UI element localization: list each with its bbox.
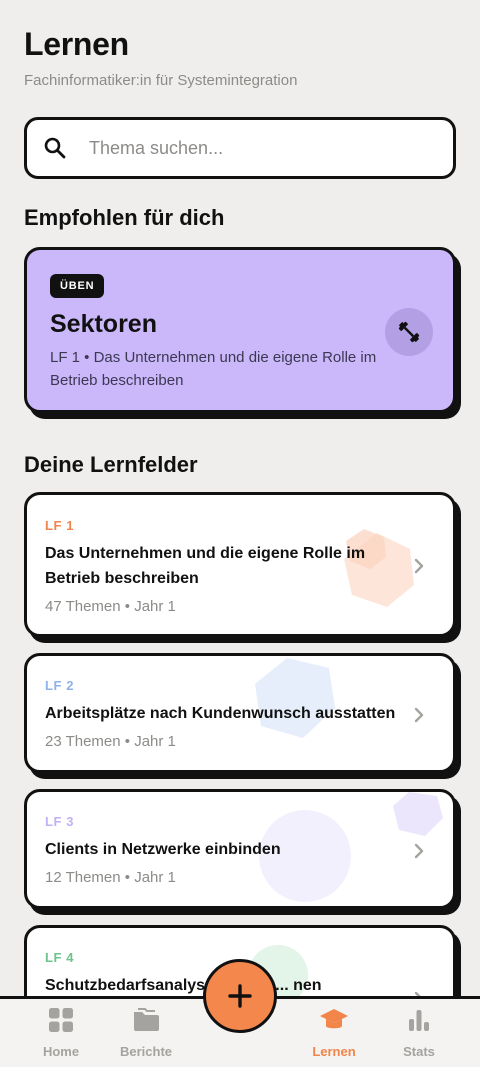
folder-icon xyxy=(134,1008,159,1031)
nav-stats[interactable]: Stats xyxy=(379,1007,459,1059)
chevron-right-icon xyxy=(414,843,424,859)
card-meta: 23 Themen • Jahr 1 xyxy=(45,733,176,750)
card-meta: 12 Themen • Jahr 1 xyxy=(45,869,176,886)
learning-field-card[interactable]: LF 1 Das Unternehmen und die eigene Roll… xyxy=(24,492,456,637)
recommended-description: LF 1 • Das Unternehmen und die eigene Ro… xyxy=(50,349,377,389)
nav-learn[interactable]: Lernen xyxy=(294,1007,374,1059)
nav-reports-label: Berichte xyxy=(119,1044,173,1059)
search-bar[interactable] xyxy=(24,117,456,179)
add-button[interactable] xyxy=(203,959,277,1033)
recommended-card[interactable]: ÜBEN Sektoren LF 1 • Das Unternehmen und… xyxy=(24,247,456,413)
dumbbell-icon xyxy=(398,321,420,343)
card-title: Arbeitsplätze nach Kundenwunsch ausstatt… xyxy=(45,705,396,722)
chevron-right-icon xyxy=(414,707,424,723)
recommended-title: Sektoren xyxy=(50,310,157,338)
practice-badge: ÜBEN xyxy=(50,274,105,298)
nav-reports[interactable]: Berichte xyxy=(106,1007,186,1059)
grid-icon xyxy=(49,1008,73,1032)
card-code: LF 4 xyxy=(45,950,75,965)
hexagon-decoration xyxy=(393,792,443,836)
nav-learn-label: Lernen xyxy=(312,1044,356,1059)
learning-field-card[interactable]: LF 2 Arbeitsplätze nach Kundenwunsch aus… xyxy=(24,653,456,773)
nav-home-label: Home xyxy=(42,1044,80,1059)
card-code: LF 1 xyxy=(45,518,75,533)
fields-heading: Deine Lernfelder xyxy=(24,452,198,477)
plus-icon xyxy=(228,984,252,1008)
card-title: Das Unternehmen und die eigene Rolle im … xyxy=(45,545,366,587)
card-meta: 47 Themen • Jahr 1 xyxy=(45,598,176,615)
page-subtitle: Fachinformatiker:in für Systemintegratio… xyxy=(24,72,298,89)
page-title: Lernen xyxy=(24,26,129,62)
bar-chart-icon xyxy=(409,1010,429,1031)
card-title: Clients in Netzwerke einbinden xyxy=(45,841,281,858)
learning-field-card[interactable]: LF 3 Clients in Netzwerke einbinden 12 T… xyxy=(24,789,456,909)
search-input[interactable] xyxy=(89,137,419,159)
practice-button[interactable] xyxy=(385,308,433,356)
chevron-right-icon xyxy=(414,558,424,574)
search-icon xyxy=(44,137,66,159)
recommended-heading: Empfohlen für dich xyxy=(24,205,225,230)
card-code: LF 3 xyxy=(45,814,75,829)
graduation-cap-icon xyxy=(320,1009,348,1029)
nav-stats-label: Stats xyxy=(403,1044,435,1059)
card-code: LF 2 xyxy=(45,678,75,693)
nav-home[interactable]: Home xyxy=(21,1007,101,1059)
